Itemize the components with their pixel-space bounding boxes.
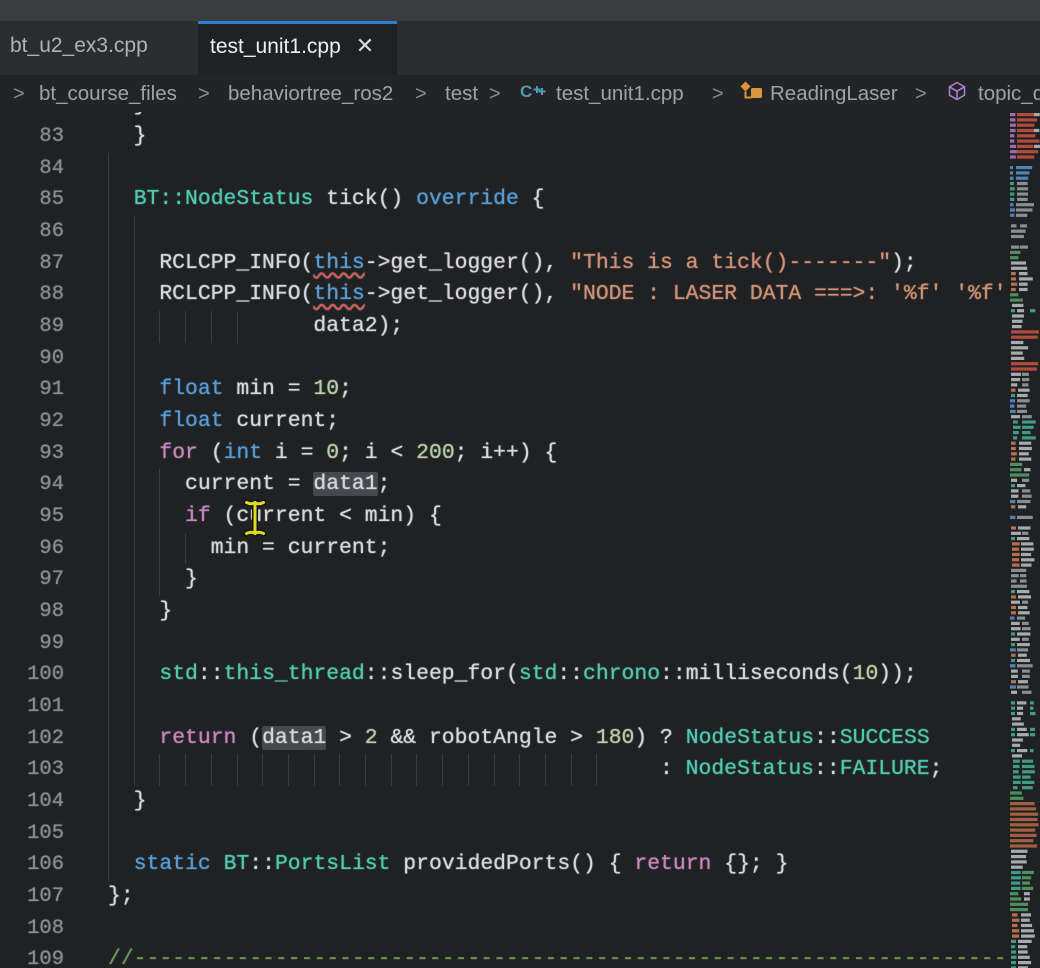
svg-text:C: C (520, 82, 532, 101)
